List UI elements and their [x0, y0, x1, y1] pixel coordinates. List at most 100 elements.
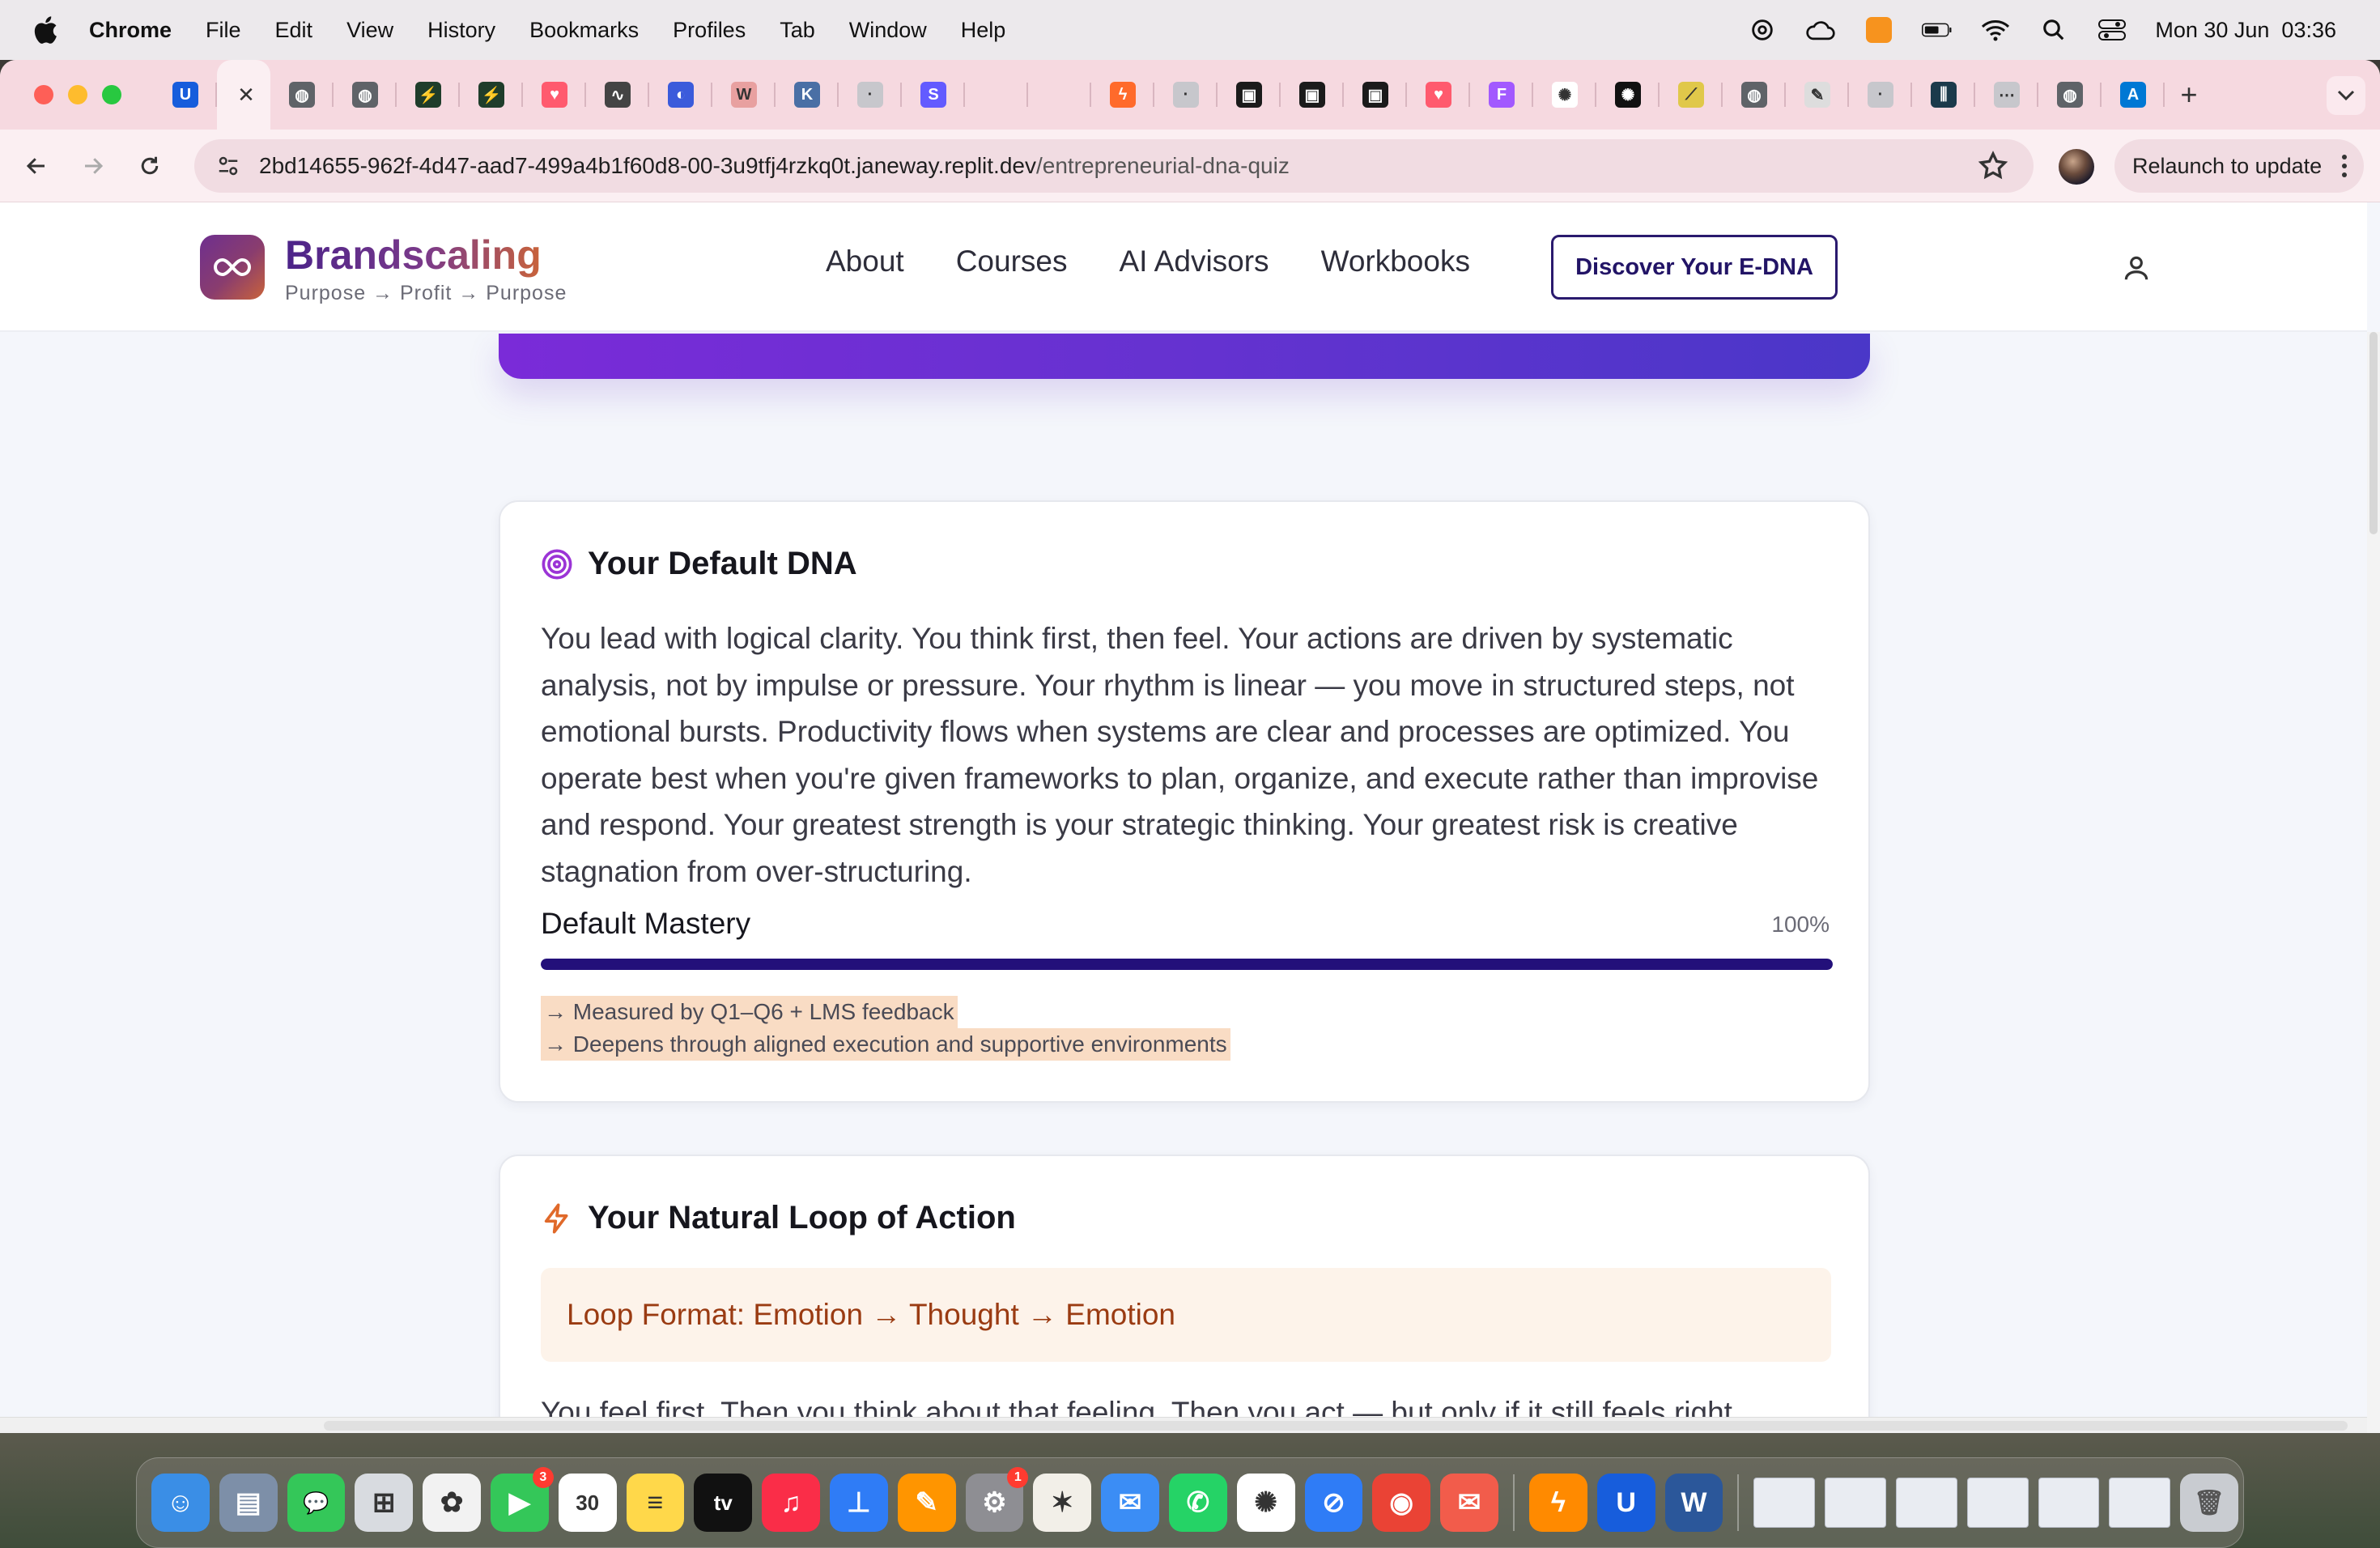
relaunch-to-update-button[interactable]: Relaunch to update: [2114, 139, 2364, 193]
browser-tab[interactable]: ⋯: [1975, 60, 2038, 130]
uplink-icon[interactable]: ϟ: [1528, 1474, 1587, 1532]
browser-tab[interactable]: ⚡: [397, 60, 460, 130]
minimized-window-thumbnail[interactable]: [2109, 1478, 2171, 1528]
forward-button[interactable]: [65, 138, 121, 194]
calendar-icon[interactable]: 30: [558, 1474, 617, 1532]
browser-tab[interactable]: ✕: [217, 60, 270, 130]
browser-tab[interactable]: ◍: [334, 60, 397, 130]
word-icon[interactable]: W: [1664, 1474, 1723, 1532]
control-center-icon[interactable]: [2097, 16, 2127, 44]
more-options-icon[interactable]: [2341, 154, 2348, 178]
back-button[interactable]: [8, 138, 65, 194]
photos-icon[interactable]: ✿: [423, 1474, 481, 1532]
chrome-icon[interactable]: ◉: [1372, 1474, 1431, 1532]
browser-tab[interactable]: S: [902, 60, 965, 130]
menu-bookmarks[interactable]: Bookmarks: [529, 18, 639, 43]
minimize-window-button[interactable]: [68, 85, 87, 104]
browser-tab[interactable]: A: [2102, 60, 2165, 130]
nav-about[interactable]: About: [826, 245, 904, 279]
menu-window[interactable]: Window: [849, 18, 927, 43]
browser-tab[interactable]: ▣: [1344, 60, 1407, 130]
chatgpt-icon[interactable]: ✺: [1236, 1474, 1295, 1532]
browser-tab[interactable]: ▣: [1281, 60, 1344, 130]
browser-tab[interactable]: ▣: [1218, 60, 1281, 130]
bookmark-star-icon[interactable]: [1977, 150, 2009, 182]
pages-icon[interactable]: ✎: [897, 1474, 956, 1532]
trash-icon[interactable]: 🗑: [2180, 1474, 2238, 1532]
browser-tab[interactable]: [1028, 60, 1091, 130]
address-bar[interactable]: 2bd14655-962f-4d47-aad7-499a4b1f60d8-00-…: [194, 139, 2034, 193]
browser-tab[interactable]: ✺: [1596, 60, 1660, 130]
site-settings-icon[interactable]: [212, 150, 244, 182]
browser-tab[interactable]: ·: [839, 60, 902, 130]
settings-icon[interactable]: ⚙ 1: [965, 1467, 1029, 1532]
browser-tab[interactable]: ⚡: [460, 60, 523, 130]
nav-ai-advisors[interactable]: AI Advisors: [1119, 245, 1269, 279]
browser-tab[interactable]: ◍: [2038, 60, 2102, 130]
browser-tab[interactable]: W: [712, 60, 776, 130]
browser-tab[interactable]: ✺: [1533, 60, 1596, 130]
minimized-window-thumbnail[interactable]: [1966, 1478, 2029, 1528]
menu-help[interactable]: Help: [961, 18, 1006, 43]
browser-tab[interactable]: ◍: [1723, 60, 1786, 130]
safari-icon[interactable]: ⊘: [1304, 1474, 1363, 1532]
minimized-window-thumbnail[interactable]: [1895, 1478, 1957, 1528]
horizontal-scrollbar-thumb[interactable]: [324, 1421, 2348, 1431]
whatsapp-icon[interactable]: ✆: [1168, 1474, 1227, 1532]
keynote-icon[interactable]: ⊥: [829, 1474, 888, 1532]
close-window-button[interactable]: [34, 85, 53, 104]
facetime-icon[interactable]: ▶ 3: [490, 1467, 554, 1532]
infinity-logo-icon[interactable]: [200, 235, 265, 300]
browser-tab[interactable]: K: [776, 60, 839, 130]
discover-e-dna-button[interactable]: Discover Your E-DNA: [1551, 235, 1838, 300]
tab-search-button[interactable]: [2327, 76, 2365, 115]
menu-edit[interactable]: Edit: [275, 18, 313, 43]
battery-icon[interactable]: [1922, 16, 1953, 44]
preview-icon[interactable]: ▤: [219, 1474, 278, 1532]
scrollbar-thumb[interactable]: [2369, 332, 2378, 534]
profile-avatar[interactable]: [2059, 149, 2094, 185]
menu-profiles[interactable]: Profiles: [673, 18, 746, 43]
horizontal-scrollbar[interactable]: [0, 1417, 2367, 1433]
minimized-window-thumbnail[interactable]: [1753, 1478, 1816, 1528]
vpn-icon[interactable]: [1864, 16, 1894, 44]
airmail-icon[interactable]: ✉: [1440, 1474, 1498, 1532]
minimized-window-thumbnail[interactable]: [1825, 1478, 1886, 1528]
minimized-window-thumbnail[interactable]: [2038, 1478, 2100, 1528]
user-account-icon[interactable]: [2121, 253, 2152, 283]
menu-history[interactable]: History: [427, 18, 495, 43]
cloud-icon[interactable]: [1805, 16, 1836, 44]
chatgpt-icon[interactable]: [1747, 16, 1778, 44]
browser-tab[interactable]: [965, 60, 1028, 130]
claude-icon[interactable]: ✶: [1033, 1474, 1092, 1532]
browser-tab[interactable]: ∿: [586, 60, 649, 130]
new-tab-button[interactable]: +: [2165, 78, 2213, 112]
zoom-window-button[interactable]: [102, 85, 121, 104]
apple-menu-icon[interactable]: [31, 14, 58, 46]
vertical-scrollbar[interactable]: [2367, 332, 2380, 1433]
browser-tab[interactable]: ◐: [649, 60, 712, 130]
menubar-clock[interactable]: Mon 30 Jun 03:36: [2155, 18, 2336, 43]
finder-icon[interactable]: ☺: [151, 1474, 210, 1532]
browser-tab[interactable]: ♥: [1407, 60, 1470, 130]
messages-icon[interactable]: 💬: [287, 1474, 346, 1532]
browser-tab[interactable]: ♥: [523, 60, 586, 130]
menu-file[interactable]: File: [206, 18, 241, 43]
browser-tab[interactable]: U: [154, 60, 217, 130]
nav-courses[interactable]: Courses: [956, 245, 1068, 279]
browser-tab[interactable]: ·: [1849, 60, 1912, 130]
menu-view[interactable]: View: [346, 18, 393, 43]
browser-tab[interactable]: ◍: [270, 60, 334, 130]
browser-tab[interactable]: ⫼: [1912, 60, 1975, 130]
browser-tab[interactable]: ϟ: [1091, 60, 1154, 130]
browser-tab[interactable]: ⟋: [1660, 60, 1723, 130]
url-text[interactable]: 2bd14655-962f-4d47-aad7-499a4b1f60d8-00-…: [259, 153, 1290, 179]
brand-name[interactable]: Brandscaling: [285, 232, 542, 279]
wifi-icon[interactable]: [1980, 16, 2011, 44]
notes-icon[interactable]: ≡: [626, 1474, 685, 1532]
launchpad-icon[interactable]: ⊞: [355, 1474, 414, 1532]
browser-tab[interactable]: ✎: [1786, 60, 1849, 130]
menu-chrome[interactable]: Chrome: [89, 18, 172, 43]
bitwarden-icon[interactable]: U: [1596, 1474, 1655, 1532]
browser-tab[interactable]: ·: [1154, 60, 1218, 130]
